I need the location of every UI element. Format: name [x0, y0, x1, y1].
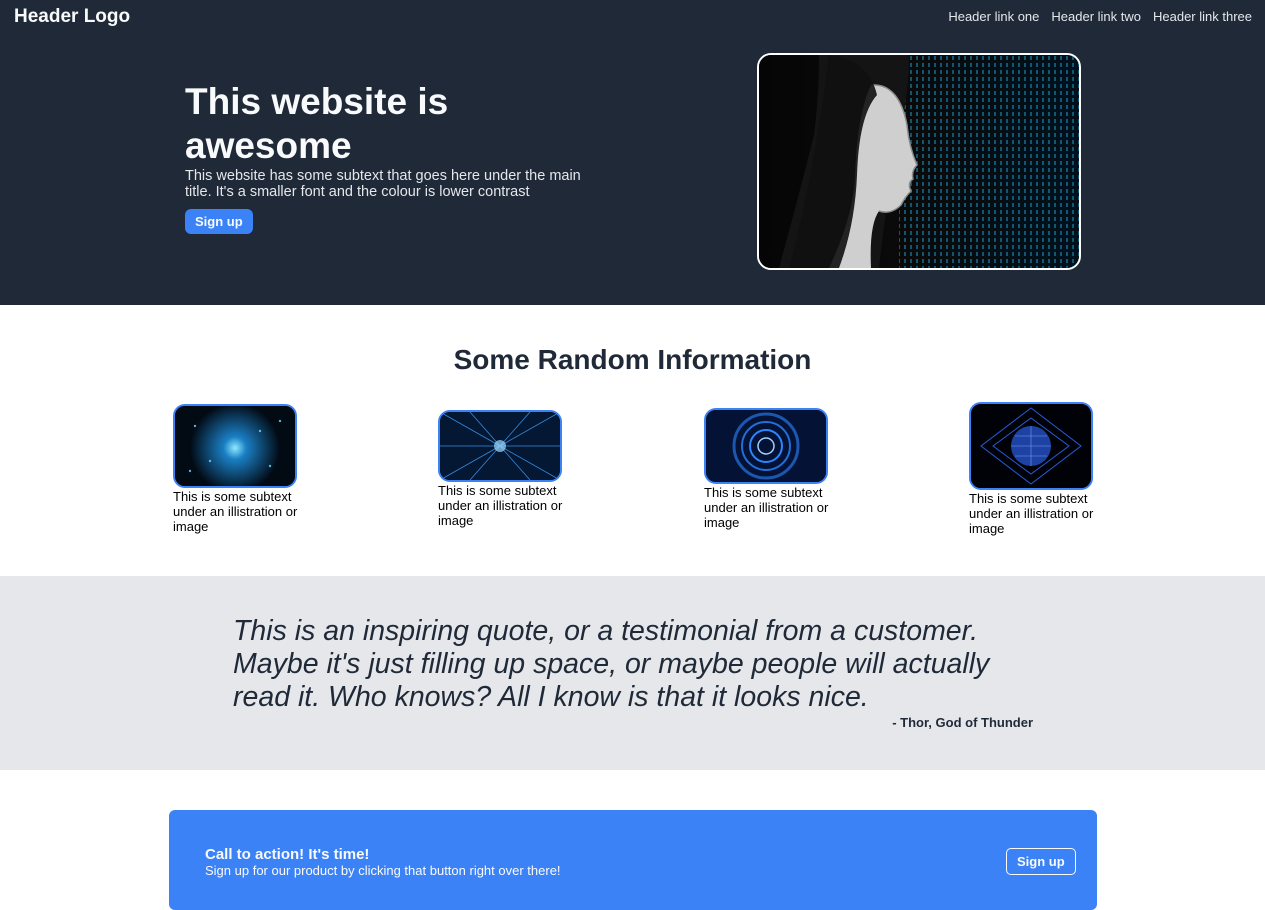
woman-profile-binary-code-image	[759, 55, 1079, 268]
header-nav: Header link one Header link two Header l…	[948, 9, 1252, 24]
info-card-2-text: This is some subtext under an illistrati…	[438, 483, 563, 528]
testimonial-quote: This is an inspiring quote, or a testimo…	[233, 615, 990, 713]
header-logo[interactable]: Header Logo	[14, 6, 130, 28]
info-card-4: This is some subtext under an illistrati…	[969, 402, 1104, 536]
circular-tech-image	[704, 408, 828, 484]
hero-section: Header Logo Header link one Header link …	[0, 0, 1265, 305]
info-card-4-text: This is some subtext under an illistrati…	[969, 491, 1094, 536]
hero-title: This website is awesome	[185, 81, 449, 166]
hero-image	[757, 53, 1081, 270]
call-to-action: Call to action! It's time! Sign up for o…	[169, 810, 1097, 910]
digital-sphere-image	[969, 402, 1093, 490]
header-link-two[interactable]: Header link two	[1051, 9, 1141, 24]
particle-network-image	[173, 404, 297, 488]
data-tunnel-image	[438, 410, 562, 482]
cta-signup-button[interactable]: Sign up	[1006, 848, 1076, 875]
cta-title: Call to action! It's time!	[205, 846, 370, 863]
cta-subtext: Sign up for our product by clicking that…	[205, 863, 561, 878]
header-link-three[interactable]: Header link three	[1153, 9, 1252, 24]
info-card-3-text: This is some subtext under an illistrati…	[704, 485, 829, 530]
info-card-3: This is some subtext under an illistrati…	[704, 408, 839, 530]
hero-signup-button[interactable]: Sign up	[185, 209, 253, 234]
info-card-1-text: This is some subtext under an illistrati…	[173, 489, 298, 534]
hero-text-block: This website is awesome This website has…	[185, 80, 605, 234]
header-link-one[interactable]: Header link one	[948, 9, 1039, 24]
info-card-1: This is some subtext under an illistrati…	[173, 404, 308, 534]
hero-subtext: This website has some subtext that goes …	[185, 168, 581, 200]
quote-section: This is an inspiring quote, or a testimo…	[0, 576, 1265, 770]
info-section-title: Some Random Information	[453, 344, 812, 375]
info-card-2: This is some subtext under an illistrati…	[438, 410, 573, 528]
quote-author: - Thor, God of Thunder	[892, 715, 1033, 730]
